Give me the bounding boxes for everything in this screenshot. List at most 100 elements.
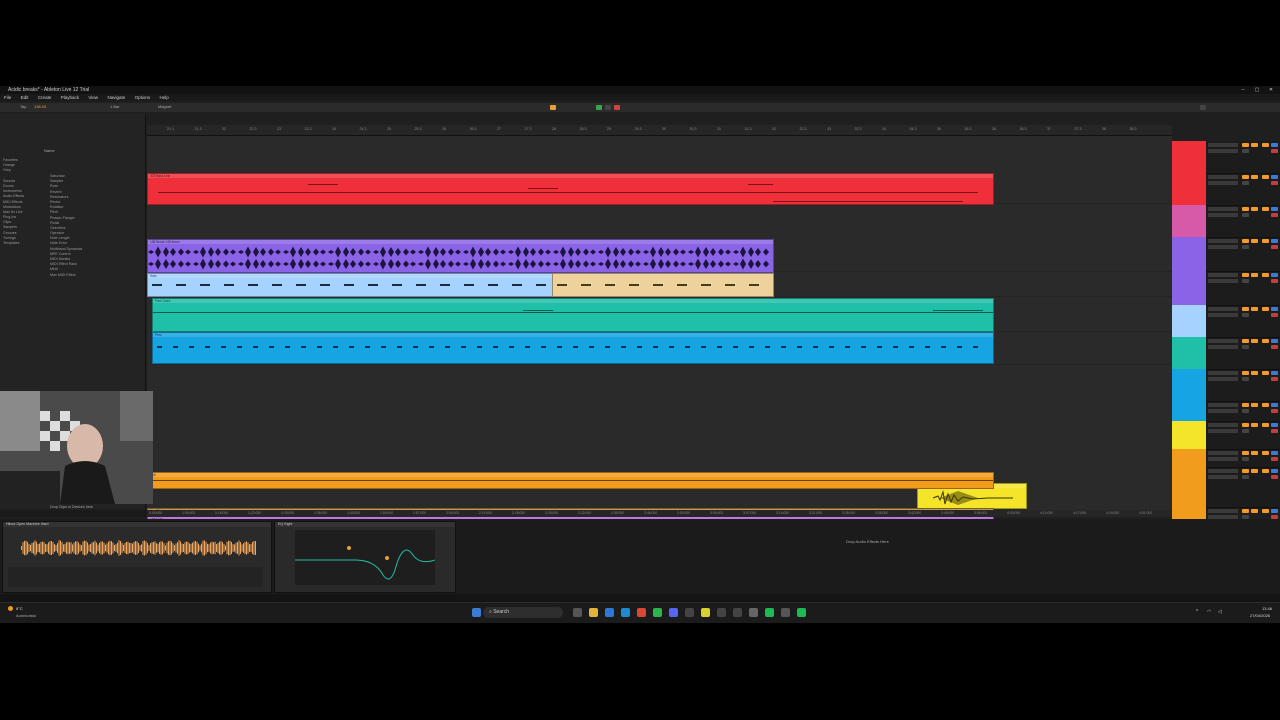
monitor-off-button[interactable]: [1242, 279, 1249, 283]
track-activator-button[interactable]: [1262, 403, 1269, 407]
monitor-in-button[interactable]: [1242, 371, 1249, 375]
midi-clip[interactable]: Pad Chord: [152, 298, 994, 332]
menu-navigate[interactable]: Navigate: [103, 94, 129, 101]
input-type-select[interactable]: [1208, 451, 1238, 455]
clock-time[interactable]: 13.46: [1262, 606, 1272, 611]
monitor-off-button[interactable]: [1242, 429, 1249, 433]
monitor-in-button[interactable]: [1242, 273, 1249, 277]
chrome-icon[interactable]: [637, 608, 646, 617]
monitor-in-button[interactable]: [1242, 239, 1249, 243]
arm-button[interactable]: [1271, 429, 1278, 433]
solo-button[interactable]: [1271, 239, 1278, 243]
monitor-auto-button[interactable]: [1251, 273, 1258, 277]
solo-button[interactable]: [1271, 371, 1278, 375]
sampler-device[interactable]: Hitout Open Machine Hard: [2, 521, 272, 593]
solo-button[interactable]: [1271, 339, 1278, 343]
track-activator-button[interactable]: [1262, 339, 1269, 343]
arm-button[interactable]: [1271, 409, 1278, 413]
solo-button[interactable]: [1271, 307, 1278, 311]
monitor-auto-button[interactable]: [1251, 143, 1258, 147]
arm-button[interactable]: [1271, 149, 1278, 153]
monitor-in-button[interactable]: [1242, 175, 1249, 179]
arm-button[interactable]: [1271, 345, 1278, 349]
input-channel-select[interactable]: [1208, 245, 1238, 249]
monitor-auto-button[interactable]: [1251, 403, 1258, 407]
track-header[interactable]: [1172, 305, 1206, 337]
monitor-in-button[interactable]: [1242, 207, 1249, 211]
arm-button[interactable]: [1271, 457, 1278, 461]
track-header[interactable]: [1172, 449, 1206, 467]
monitor-auto-button[interactable]: [1251, 469, 1258, 473]
monitor-off-button[interactable]: [1242, 475, 1249, 479]
input-channel-select[interactable]: [1208, 149, 1238, 153]
monitor-in-button[interactable]: [1242, 509, 1249, 513]
clock-date[interactable]: 27/04/2026: [1250, 613, 1270, 618]
input-channel-select[interactable]: [1208, 409, 1238, 413]
track-header[interactable]: [1172, 421, 1206, 449]
tray-chevron-icon[interactable]: ^: [1196, 609, 1198, 615]
list-item[interactable]: Max MIDI Effect: [50, 273, 130, 278]
solo-button[interactable]: [1271, 469, 1278, 473]
midi-clip[interactable]: [552, 273, 774, 297]
menu-view[interactable]: View: [84, 94, 102, 101]
input-channel-select[interactable]: [1208, 279, 1238, 283]
arm-button[interactable]: [1271, 377, 1278, 381]
input-channel-select[interactable]: [1208, 429, 1238, 433]
track-header[interactable]: [1172, 205, 1206, 237]
input-type-select[interactable]: [1208, 339, 1238, 343]
track-header[interactable]: [1172, 401, 1206, 421]
input-type-select[interactable]: [1208, 207, 1238, 211]
input-type-select[interactable]: [1208, 371, 1238, 375]
track-activator-button[interactable]: [1262, 239, 1269, 243]
input-type-select[interactable]: [1208, 423, 1238, 427]
monitor-off-button[interactable]: [1242, 345, 1249, 349]
input-type-select[interactable]: [1208, 307, 1238, 311]
track-header[interactable]: [1172, 337, 1206, 369]
arm-button[interactable]: [1271, 313, 1278, 317]
track-header[interactable]: [1172, 237, 1206, 271]
solo-button[interactable]: [1271, 451, 1278, 455]
solo-button[interactable]: [1271, 423, 1278, 427]
midi-clip[interactable]: Perc: [152, 332, 994, 364]
wifi-icon[interactable]: ◠: [1207, 609, 1211, 615]
monitor-off-button[interactable]: [1242, 457, 1249, 461]
monitor-in-button[interactable]: [1242, 143, 1249, 147]
track-activator-button[interactable]: [1262, 207, 1269, 211]
monitor-in-button[interactable]: [1242, 451, 1249, 455]
places-item[interactable]: Templates: [3, 241, 37, 246]
monitor-auto-button[interactable]: [1251, 423, 1258, 427]
store-icon[interactable]: [621, 608, 630, 617]
input-channel-select[interactable]: [1208, 213, 1238, 217]
file-explorer-icon[interactable]: [589, 608, 598, 617]
monitor-auto-button[interactable]: [1251, 175, 1258, 179]
track-header[interactable]: [1172, 173, 1206, 205]
search-box[interactable]: ⌕ Search: [483, 607, 563, 618]
record-icon[interactable]: [614, 105, 620, 110]
menu-playback[interactable]: Playback: [57, 94, 83, 101]
monitor-auto-button[interactable]: [1251, 207, 1258, 211]
track-activator-button[interactable]: [1262, 307, 1269, 311]
solo-button[interactable]: [1271, 403, 1278, 407]
track-activator-button[interactable]: [1262, 469, 1269, 473]
maximize-icon[interactable]: ▢: [1250, 86, 1264, 94]
track-header[interactable]: [1172, 141, 1206, 173]
solo-button[interactable]: [1271, 143, 1278, 147]
track-activator-button[interactable]: [1262, 175, 1269, 179]
menu-create[interactable]: Create: [34, 94, 56, 101]
arm-button[interactable]: [1271, 475, 1278, 479]
input-channel-select[interactable]: [1208, 181, 1238, 185]
app-icon[interactable]: [797, 608, 806, 617]
monitor-off-button[interactable]: [1242, 245, 1249, 249]
monitor-auto-button[interactable]: [1251, 307, 1258, 311]
time-ruler[interactable]: 0:00:000 1:00:000 1:15:000 1:22:000 1:29:000…: [147, 510, 1172, 517]
track-activator-button[interactable]: [1262, 509, 1269, 513]
app-icon[interactable]: [733, 608, 742, 617]
app-icon[interactable]: [749, 608, 758, 617]
tempo-field[interactable]: 138.00: [34, 104, 46, 109]
midi-clip[interactable]: 303 Bass Line: [147, 173, 994, 205]
track-header[interactable]: [1172, 467, 1206, 507]
solo-button[interactable]: [1271, 273, 1278, 277]
app-icon[interactable]: [781, 608, 790, 617]
input-type-select[interactable]: [1208, 469, 1238, 473]
close-icon[interactable]: ✕: [1264, 86, 1278, 94]
